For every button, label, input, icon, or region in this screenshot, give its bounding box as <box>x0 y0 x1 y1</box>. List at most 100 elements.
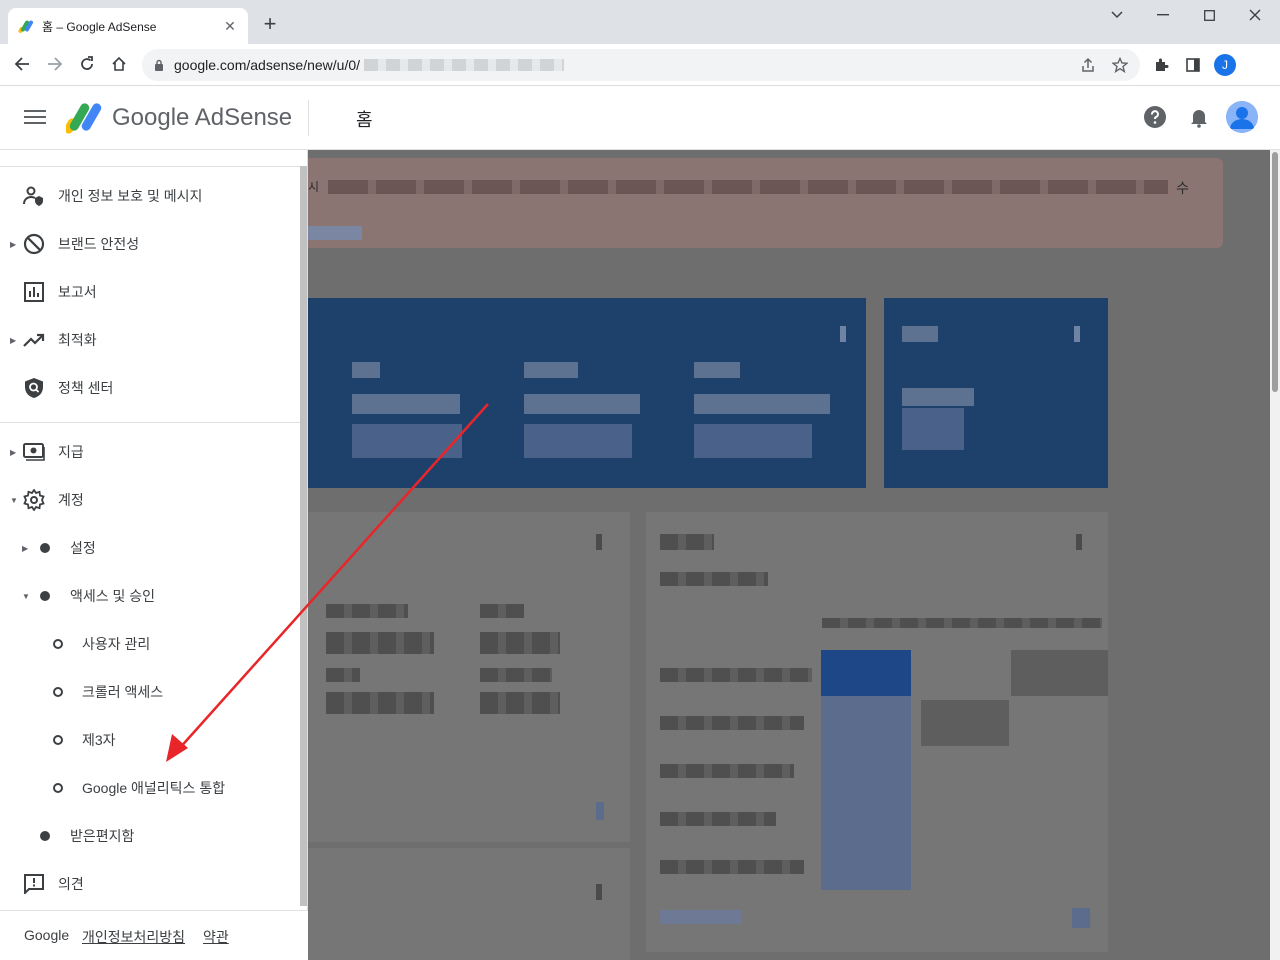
sidebar-item-label: 받은편지함 <box>70 828 135 844</box>
terms-link[interactable]: 약관 <box>203 927 229 947</box>
caret-right-icon[interactable]: ▶ <box>22 544 30 553</box>
sidebar-item-privacy-messages[interactable]: 개인 정보 보호 및 메시지 <box>0 176 300 216</box>
minimize-button[interactable] <box>1140 0 1186 30</box>
help-icon[interactable] <box>1142 104 1168 130</box>
ring-bullet-icon <box>53 783 63 793</box>
account-avatar[interactable] <box>1226 101 1258 133</box>
card-menu-icon[interactable] <box>1074 326 1080 342</box>
feedback-icon <box>22 872 46 896</box>
url-redacted <box>364 59 565 71</box>
sidebar-item-label: 계정 <box>58 492 84 508</box>
sidebar-item-settings[interactable]: ▶ 설정 <box>0 528 300 568</box>
share-icon[interactable] <box>1078 55 1098 75</box>
banner-text-redacted <box>328 180 1168 194</box>
sidebar-item-label: 브랜드 안전성 <box>58 236 140 252</box>
card-menu-icon[interactable] <box>596 884 602 900</box>
side-panel-icon[interactable] <box>1183 55 1203 75</box>
sidebar-item-label: 액세스 및 승인 <box>70 588 156 604</box>
sidebar-nav: 개인 정보 보호 및 메시지 ▶ 브랜드 안전성 보고서 ▶ 최적화 정책 센터… <box>0 150 308 960</box>
sidebar-item-label: 사용자 관리 <box>82 636 151 652</box>
browser-toolbar: google.com/adsense/new/u/0/ J <box>0 44 1280 86</box>
bullet-icon <box>40 591 50 601</box>
ring-bullet-icon <box>53 735 63 745</box>
highlighted-column-header <box>821 650 911 696</box>
address-bar[interactable]: google.com/adsense/new/u/0/ <box>142 49 1140 81</box>
caret-down-icon[interactable]: ▼ <box>10 496 18 505</box>
notice-banner: 시 수 <box>308 158 1223 248</box>
forward-button[interactable] <box>41 50 69 78</box>
sidebar-item-user-management[interactable]: 사용자 관리 <box>0 624 300 664</box>
sidebar-footer: Google 개인정보처리방침 약관 <box>0 910 308 960</box>
sidebar-item-reports[interactable]: 보고서 <box>0 272 300 312</box>
sidebar-item-label: 지급 <box>58 444 84 460</box>
menu-icon[interactable] <box>22 106 48 130</box>
policy-shield-icon <box>22 376 46 400</box>
back-button[interactable] <box>8 50 36 78</box>
maximize-button[interactable] <box>1186 0 1232 30</box>
sidebar-item-label: 의견 <box>58 876 84 892</box>
sidebar-item-policy-center[interactable]: 정책 센터 <box>0 368 300 408</box>
bullet-icon <box>40 543 50 553</box>
card-menu-icon[interactable] <box>1076 534 1082 550</box>
trending-up-icon <box>22 328 46 352</box>
header-divider <box>308 100 309 136</box>
home-button[interactable] <box>105 50 133 78</box>
sidebar-item-feedback[interactable]: 의견 <box>0 864 300 904</box>
close-window-button[interactable] <box>1232 0 1278 30</box>
caret-down-icon[interactable]: ▼ <box>22 592 30 601</box>
sidebar-item-access-authorization[interactable]: ▼ 액세스 및 승인 <box>0 576 300 616</box>
caret-right-icon[interactable]: ▶ <box>10 448 18 457</box>
sidebar-item-label: 크롤러 액세스 <box>82 684 164 700</box>
bullet-icon <box>40 831 50 841</box>
adsense-favicon-icon <box>18 20 33 33</box>
sidebar-item-label: 정책 센터 <box>58 380 114 396</box>
caret-right-icon[interactable]: ▶ <box>10 336 18 345</box>
secondary-card <box>308 848 630 960</box>
ring-bullet-icon <box>53 639 63 649</box>
browser-tab[interactable]: 홈 – Google AdSense ✕ <box>8 8 248 44</box>
sidebar-item-label: Google 애널리틱스 통합 <box>82 780 226 796</box>
page-scrollbar-thumb[interactable] <box>1272 152 1278 392</box>
main-content-overlay: 시 수 <box>308 150 1280 960</box>
privacy-policy-link[interactable]: 개인정보처리방침 <box>82 927 185 947</box>
new-tab-button[interactable]: + <box>258 12 282 36</box>
tab-search-icon[interactable] <box>1094 0 1140 30</box>
ring-bullet-icon <box>53 687 63 697</box>
performance-card <box>308 512 630 842</box>
sidebar-item-payments[interactable]: ▶ 지급 <box>0 432 300 472</box>
profile-avatar[interactable]: J <box>1214 54 1236 76</box>
app-header: Google AdSense 홈 <box>0 86 1280 150</box>
sidebar-item-brand-safety[interactable]: ▶ 브랜드 안전성 <box>0 224 300 264</box>
browser-tab-strip: 홈 – Google AdSense ✕ + <box>0 0 1280 44</box>
balance-card <box>884 298 1108 488</box>
sidebar-item-inbox[interactable]: 받은편지함 <box>0 816 300 856</box>
banner-link-redacted <box>308 226 362 240</box>
url-text: google.com/adsense/new/u/0/ <box>174 57 361 73</box>
bar-chart-icon <box>22 280 46 304</box>
notifications-bell-icon[interactable] <box>1186 104 1212 130</box>
earnings-card <box>308 298 866 488</box>
banner-text-start: 시 <box>308 180 320 194</box>
tab-close-icon[interactable]: ✕ <box>222 18 238 34</box>
sidebar-item-label: 보고서 <box>58 284 97 300</box>
adsense-logo-icon <box>66 103 102 134</box>
sidebar-item-google-analytics-integration[interactable]: Google 애널리틱스 통합 <box>0 768 300 808</box>
sidebar-item-crawler-access[interactable]: 크롤러 액세스 <box>0 672 300 712</box>
page-title: 홈 <box>356 110 373 130</box>
privacy-person-icon <box>22 184 46 208</box>
card-menu-icon[interactable] <box>596 534 602 550</box>
sidebar-item-label: 설정 <box>70 540 96 556</box>
sidebar-item-third-party[interactable]: 제3자 <box>0 720 300 760</box>
caret-right-icon[interactable]: ▶ <box>10 240 18 249</box>
sidebar-item-label: 최적화 <box>58 332 97 348</box>
sidebar-scrollbar[interactable] <box>300 166 307 906</box>
lock-icon <box>155 59 163 71</box>
card-menu-icon[interactable] <box>840 326 846 342</box>
bookmark-star-icon[interactable] <box>1110 55 1130 75</box>
extensions-puzzle-icon[interactable] <box>1151 55 1171 75</box>
sidebar-item-account[interactable]: ▼ 계정 <box>0 480 300 520</box>
sidebar-item-optimization[interactable]: ▶ 최적화 <box>0 320 300 360</box>
reload-button[interactable] <box>73 50 101 78</box>
sidebar-divider <box>0 166 300 167</box>
sidebar-item-label: 개인 정보 보호 및 메시지 <box>58 188 203 204</box>
